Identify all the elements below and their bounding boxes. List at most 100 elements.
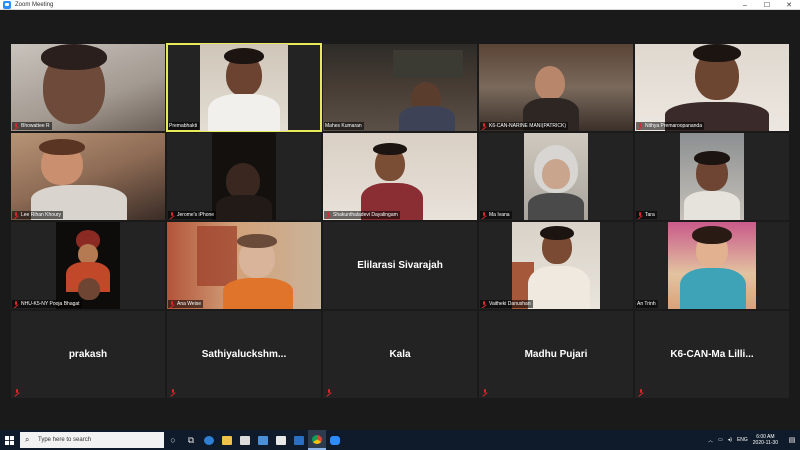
participant-name: Jerome's iPhone xyxy=(177,212,215,218)
muted-mic-icon xyxy=(325,212,331,218)
show-hidden-icons-icon[interactable]: ︿ xyxy=(708,437,713,444)
windows-taskbar: ⌕ Type here to search ○ ⧉ ︿ ▭ ◂) ENG 6:0… xyxy=(0,430,800,450)
participant-tile[interactable]: Nithya Premaroopananda xyxy=(635,44,789,131)
window-title: Zoom Meeting xyxy=(15,1,54,8)
participant-label: Lee Rihan Khoury xyxy=(12,211,64,219)
store-icon[interactable] xyxy=(236,430,254,450)
participant-name: Tara xyxy=(645,212,655,218)
participant-label: Nithya Premaroopananda xyxy=(636,122,704,130)
participant-video xyxy=(11,133,165,220)
participant-name: Lee Rihan Khoury xyxy=(21,212,62,218)
participant-name: Mahes Kumaran xyxy=(325,123,362,129)
search-placeholder: Type here to search xyxy=(38,437,92,443)
participant-video xyxy=(11,44,165,131)
participant-tile[interactable]: K6-CAN-NARINE MANI(PATRICK) xyxy=(479,44,633,131)
participant-label: Ma Ivana xyxy=(480,211,512,219)
maximize-button[interactable]: ☐ xyxy=(756,0,778,10)
participant-video xyxy=(512,222,600,309)
participant-tile-no-video[interactable]: Madhu Pujari xyxy=(479,311,633,398)
participant-tile[interactable]: An Trinh xyxy=(635,222,789,309)
participant-tile[interactable]: Vaitheki Danushan xyxy=(479,222,633,309)
muted-mic-icon xyxy=(326,389,332,395)
muted-mic-icon xyxy=(481,212,487,218)
participant-tile[interactable]: Jerome's iPhone xyxy=(167,133,321,220)
participant-label: Ana Weise xyxy=(168,300,204,308)
clock-date: 2020-11-30 xyxy=(752,440,778,446)
participant-label: Shakunthaladevi Dayalingam xyxy=(324,211,400,219)
zoom-icon[interactable] xyxy=(326,430,344,450)
participant-tile[interactable]: Tara xyxy=(635,133,789,220)
participant-video xyxy=(56,222,120,309)
participant-tile-no-video[interactable]: Kala xyxy=(323,311,477,398)
system-tray: ︿ ▭ ◂) ENG 6:00 AM 2020-11-30 ▤ xyxy=(708,430,800,450)
participant-tile[interactable]: Shakunthaladevi Dayalingam xyxy=(323,133,477,220)
muted-mic-icon xyxy=(637,212,643,218)
participant-video xyxy=(167,222,321,309)
muted-mic-icon xyxy=(169,212,175,218)
muted-mic-icon xyxy=(170,389,176,395)
participant-label: Bhowattee R xyxy=(12,122,52,130)
minimize-button[interactable]: – xyxy=(734,0,756,10)
participant-tile[interactable]: Ma Ivana xyxy=(479,133,633,220)
participant-name: Vaitheki Danushan xyxy=(489,301,531,307)
gallery-view: Bhowattee R Premabhakti Mahes Kumaran K6… xyxy=(0,10,800,430)
participant-tile[interactable]: Lee Rihan Khoury xyxy=(11,133,165,220)
participant-name: An Trinh xyxy=(637,301,656,307)
participant-tile-active-speaker[interactable]: Premabhakti xyxy=(166,43,322,132)
close-button[interactable]: ✕ xyxy=(778,0,800,10)
muted-mic-icon xyxy=(13,123,19,129)
participant-video xyxy=(524,133,588,220)
participant-tile[interactable]: Mahes Kumaran xyxy=(323,44,477,131)
volume-icon[interactable]: ◂) xyxy=(728,437,732,443)
participant-name: Premabhakti xyxy=(169,123,198,129)
chrome-icon[interactable] xyxy=(308,430,326,450)
participant-tile-no-video[interactable]: Elilarasi Sivarajah xyxy=(323,222,477,309)
participant-tile-no-video[interactable]: K6-CAN-Ma Lilli... xyxy=(635,311,789,398)
mail-icon[interactable] xyxy=(254,430,272,450)
file-explorer-icon[interactable] xyxy=(218,430,236,450)
participant-label: K6-CAN-NARINE MANI(PATRICK) xyxy=(480,122,569,130)
zoom-app-icon xyxy=(3,0,11,9)
participant-name: prakash xyxy=(68,349,108,360)
participant-video xyxy=(323,133,477,220)
window-titlebar: Zoom Meeting – ☐ ✕ xyxy=(0,0,800,10)
notifications-icon[interactable]: ▤ xyxy=(786,430,798,450)
edge-icon[interactable] xyxy=(200,430,218,450)
participant-video xyxy=(212,133,276,220)
muted-mic-icon xyxy=(13,212,19,218)
participant-label: Tara xyxy=(636,211,657,219)
language-indicator[interactable]: ENG xyxy=(737,437,748,443)
task-view-icon[interactable]: ○ xyxy=(164,430,182,450)
muted-mic-icon xyxy=(482,389,488,395)
participant-name: Shakunthaladevi Dayalingam xyxy=(333,212,398,218)
participant-name: Elilarasi Sivarajah xyxy=(357,260,443,271)
participant-name: Ma Ivana xyxy=(489,212,510,218)
taskbar-search-box[interactable]: ⌕ Type here to search xyxy=(20,432,164,448)
muted-mic-icon xyxy=(637,123,643,129)
participant-tile[interactable]: NHU-K5-NY Pooja Bhagat xyxy=(11,222,165,309)
participant-tile-no-video[interactable]: Sathiyaluckshm... xyxy=(167,311,321,398)
participant-video xyxy=(668,222,756,309)
clock[interactable]: 6:00 AM 2020-11-30 xyxy=(753,434,778,446)
participant-name: Bhowattee R xyxy=(21,123,50,129)
muted-mic-icon xyxy=(481,301,487,307)
participant-label: NHU-K5-NY Pooja Bhagat xyxy=(12,300,82,308)
participant-label: Mahes Kumaran xyxy=(324,122,364,130)
participant-tile[interactable]: Ana Weise xyxy=(167,222,321,309)
participant-name: Ana Weise xyxy=(177,301,202,307)
participant-label: Jerome's iPhone xyxy=(168,211,217,219)
participant-tile-no-video[interactable]: prakash xyxy=(11,311,165,398)
outlook-icon[interactable] xyxy=(290,430,308,450)
task-view-icon[interactable]: ⧉ xyxy=(182,430,200,450)
participant-video xyxy=(635,44,789,131)
muted-mic-icon xyxy=(481,123,487,129)
participant-tile[interactable]: Bhowattee R xyxy=(11,44,165,131)
participant-name: Sathiyaluckshm... xyxy=(201,349,287,360)
participant-name: Nithya Premaroopananda xyxy=(645,123,702,129)
start-button[interactable] xyxy=(0,430,18,450)
windows-security-icon[interactable] xyxy=(272,430,290,450)
participant-name: Madhu Pujari xyxy=(524,349,588,360)
muted-mic-icon xyxy=(13,301,19,307)
participant-name: K6-CAN-NARINE MANI(PATRICK) xyxy=(489,123,567,129)
network-icon[interactable]: ▭ xyxy=(718,437,723,443)
